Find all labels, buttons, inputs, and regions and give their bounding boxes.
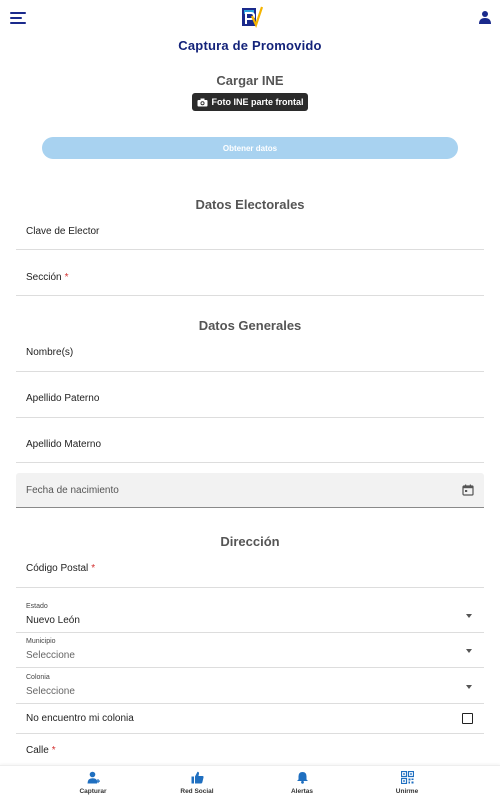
nav-label: Red Social (180, 788, 214, 795)
required-mark: * (51, 745, 56, 756)
seccion-label: Sección * (26, 272, 69, 283)
codigo-postal-field[interactable]: Código Postal * (16, 550, 484, 588)
qr-code-icon (400, 771, 414, 784)
dropdown-arrow-icon (466, 649, 472, 653)
account-icon[interactable] (478, 10, 492, 24)
nav-item-unirme[interactable]: Unirme (372, 771, 442, 799)
thumbs-up-icon (191, 771, 204, 784)
app-logo (242, 6, 264, 28)
dropdown-arrow-icon (466, 685, 472, 689)
apellido-paterno-label: Apellido Paterno (26, 393, 100, 404)
estado-label: Estado (26, 603, 48, 610)
colonia-select[interactable]: Colonia Seleccione (16, 669, 484, 704)
menu-icon[interactable] (10, 12, 26, 24)
municipio-label: Municipio (26, 638, 56, 645)
photo-ine-front-button[interactable]: Foto INE parte frontal (192, 93, 308, 111)
nav-item-red-social[interactable]: Red Social (162, 771, 232, 799)
top-app-bar (0, 0, 500, 34)
seccion-field[interactable]: Sección * (16, 250, 484, 296)
obtain-data-button[interactable]: Obtener datos (42, 137, 458, 159)
address-section-title: Dirección (220, 534, 280, 549)
calle-field[interactable]: Calle * (16, 735, 484, 763)
apellido-materno-label: Apellido Materno (26, 439, 102, 450)
clave-elector-field[interactable]: Clave de Elector (16, 212, 484, 250)
nombre-label: Nombre(s) (26, 347, 74, 358)
page-title: Captura de Promovido (178, 38, 322, 53)
no-colonia-row: No encuentro mi colonia (16, 705, 484, 734)
nav-label: Alertas (290, 788, 314, 795)
apellido-paterno-field[interactable]: Apellido Paterno (16, 372, 484, 418)
codigo-postal-label: Código Postal * (26, 563, 96, 574)
municipio-value: Seleccione (26, 650, 75, 661)
clave-elector-label: Clave de Elector (26, 226, 100, 237)
no-colonia-checkbox[interactable] (462, 713, 473, 724)
nombre-field[interactable]: Nombre(s) (16, 335, 484, 372)
no-colonia-label: No encuentro mi colonia (26, 713, 134, 724)
upload-section-title: Cargar INE (216, 73, 284, 88)
nav-label: Capturar (79, 788, 107, 795)
nav-item-capturar[interactable]: Capturar (58, 771, 128, 799)
required-mark: * (91, 563, 96, 574)
required-mark: * (64, 272, 69, 283)
estado-select[interactable]: Estado Nuevo León (16, 598, 484, 633)
photo-button-label: Foto INE parte frontal (211, 97, 304, 107)
nav-item-alertas[interactable]: Alertas (267, 771, 337, 799)
bottom-navigation: Capturar Red Social Alertas Unirme (0, 765, 500, 800)
bell-icon (296, 772, 308, 784)
person-add-icon (87, 771, 100, 784)
electoral-section-title: Datos Electorales (195, 197, 305, 212)
fecha-nacimiento-field[interactable]: Fecha de nacimiento (16, 473, 484, 508)
colonia-label: Colonia (26, 674, 50, 681)
fecha-nacimiento-label: Fecha de nacimiento (26, 485, 119, 496)
colonia-value: Seleccione (26, 686, 75, 697)
dropdown-arrow-icon (466, 614, 472, 618)
apellido-materno-field[interactable]: Apellido Materno (16, 418, 484, 463)
estado-value: Nuevo León (26, 615, 80, 626)
calendar-icon[interactable] (462, 484, 474, 496)
general-section-title: Datos Generales (198, 318, 302, 333)
nav-label: Unirme (395, 788, 419, 795)
camera-icon (197, 98, 207, 106)
municipio-select[interactable]: Municipio Seleccione (16, 633, 484, 668)
calle-label: Calle * (26, 745, 56, 756)
